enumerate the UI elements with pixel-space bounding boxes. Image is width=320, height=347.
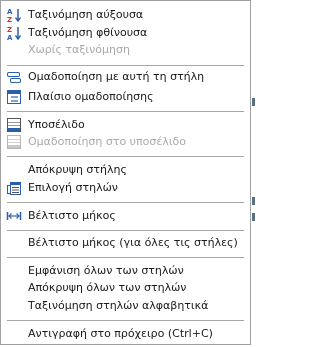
menu-item-column-chooser[interactable]: Επιλογή στηλών — [3, 179, 248, 197]
menu-item-label: Αντιγραφή στο πρόχειρο (Ctrl+C) — [28, 327, 213, 340]
sort-descending-icon: Z A — [6, 25, 22, 42]
menu-item-hide-all-columns[interactable]: Απόκρυψη όλων των στηλών — [3, 279, 248, 297]
group-footer-icon — [6, 134, 22, 150]
menu-item-label: Υποσέλιδο — [28, 118, 85, 131]
menu-item-group-by-column[interactable]: Ομαδοποίηση με αυτή τη στήλη — [3, 68, 248, 86]
menu-item-sort-ascending[interactable]: A Z Ταξινόμηση αύξουσα — [3, 6, 248, 24]
menu-item-label: Επιλογή στηλών — [28, 181, 118, 194]
column-chooser-icon — [6, 180, 22, 196]
menu-separator — [7, 320, 244, 321]
menu-item-label: Ομαδοποίηση με αυτή τη στήλη — [28, 70, 205, 83]
menu-item-no-sort[interactable]: Χωρίς ταξινόμηση — [3, 41, 248, 59]
sort-ascending-icon: A Z — [6, 7, 22, 24]
svg-text:Z: Z — [7, 16, 12, 23]
background-grid-line — [252, 98, 255, 106]
menu-item-label: Ταξινόμηση φθίνουσα — [28, 26, 148, 39]
menu-item-label: Πλαίσιο ομαδοποίησης — [28, 90, 154, 103]
menu-item-show-all-columns[interactable]: Εμφάνιση όλων των στηλών — [3, 262, 248, 280]
group-box-icon — [6, 89, 22, 105]
menu-item-label: Απόκρυψη στήλης — [28, 163, 127, 176]
background-grid-line — [252, 197, 255, 205]
menu-item-footer[interactable]: Υποσέλιδο — [3, 116, 248, 134]
menu-item-group-box[interactable]: Πλαίσιο ομαδοποίησης — [3, 88, 248, 106]
footer-icon — [6, 117, 22, 133]
menu-item-best-fit[interactable]: Βέλτιστο μήκος — [3, 207, 248, 225]
svg-text:A: A — [7, 34, 13, 41]
menu-item-label: Ταξινόμηση στηλών αλφαβητικά — [28, 299, 209, 312]
menu-item-label: Χωρίς ταξινόμηση — [28, 43, 130, 56]
group-by-column-icon — [6, 69, 22, 85]
menu-item-copy-to-clipboard[interactable]: Αντιγραφή στο πρόχειρο (Ctrl+C) — [3, 325, 248, 343]
menu-separator — [7, 202, 244, 203]
menu-separator — [7, 257, 244, 258]
svg-text:Z: Z — [7, 26, 12, 34]
menu-item-sort-descending[interactable]: Z A Ταξινόμηση φθίνουσα — [3, 24, 248, 42]
menu-separator — [7, 65, 244, 66]
menu-separator — [7, 230, 244, 231]
menu-item-label: Βέλτιστο μήκος (για όλες τις στήλες) — [28, 236, 238, 249]
column-context-menu: A Z Ταξινόμηση αύξουσα Z A Ταξινόμηση φθ… — [0, 0, 251, 345]
menu-item-label: Βέλτιστο μήκος — [28, 209, 116, 222]
menu-item-label: Ταξινόμηση αύξουσα — [28, 8, 144, 21]
menu-item-hide-column[interactable]: Απόκρυψη στήλης — [3, 161, 248, 179]
menu-item-sort-columns-alphabetically[interactable]: Ταξινόμηση στηλών αλφαβητικά — [3, 297, 248, 315]
menu-separator — [7, 111, 244, 112]
menu-item-group-footer[interactable]: Ομαδοποίηση στο υποσέλιδο — [3, 133, 248, 151]
menu-item-label: Απόκρυψη όλων των στηλών — [28, 281, 187, 294]
menu-separator — [7, 156, 244, 157]
menu-item-label: Εμφάνιση όλων των στηλών — [28, 264, 184, 277]
menu-item-label: Ομαδοποίηση στο υποσέλιδο — [28, 135, 187, 148]
background-grid-line — [252, 213, 255, 221]
menu-item-best-fit-all[interactable]: Βέλτιστο μήκος (για όλες τις στήλες) — [3, 234, 248, 252]
best-fit-icon — [6, 208, 22, 224]
svg-text:A: A — [7, 8, 13, 16]
